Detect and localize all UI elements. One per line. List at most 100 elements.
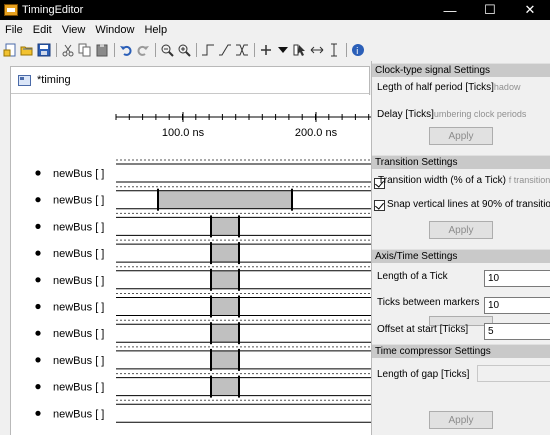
maximize-button[interactable]: ☐: [470, 0, 510, 20]
signal-bullet-icon: [35, 330, 41, 336]
title-bar: TimingEditor — ☐ ✕: [0, 0, 550, 20]
cut-icon[interactable]: [60, 42, 76, 58]
signal-bullet-icon: [35, 277, 41, 283]
bus-value-block: [157, 190, 293, 210]
minimize-button[interactable]: —: [430, 0, 470, 20]
menu-bar: File Edit View Window Help: [0, 21, 172, 39]
clock-apply-button[interactable]: Apply: [429, 127, 493, 145]
bus-value-block: [210, 270, 240, 290]
redo-icon[interactable]: [135, 42, 151, 58]
signal-name: newBus [ ]: [53, 302, 104, 314]
transition-settings-header: Transition Settings: [372, 155, 550, 169]
document-icon: [18, 74, 31, 86]
text-cursor-icon[interactable]: [326, 42, 342, 58]
delay-label: Delay [Ticks]umbering clock periods: [377, 109, 527, 120]
document-tab[interactable]: *timing: [11, 67, 369, 94]
menu-edit[interactable]: Edit: [28, 24, 57, 36]
menu-view[interactable]: View: [57, 24, 91, 36]
timing-editor-area: *timing 100.0 ns 200.0 ns newBus [ ] newBus…: [10, 66, 371, 435]
window-title: TimingEditor: [22, 4, 84, 16]
signal-bullet-icon: [35, 197, 41, 203]
gap-length-label: Length of gap [Ticks]: [377, 369, 470, 380]
clock-settings-header: Clock-type signal Settings: [372, 63, 550, 77]
time-marker-label: 200.0 ns: [295, 127, 338, 139]
signal-name: newBus [ ]: [53, 408, 104, 420]
signal-name: newBus [ ]: [53, 355, 104, 367]
signal-name: newBus [ ]: [53, 195, 104, 207]
signal-name: newBus [ ]: [53, 382, 104, 394]
offset-label: Offset at start [Ticks]: [377, 324, 469, 335]
axis-settings-header: Axis/Time Settings: [372, 249, 550, 263]
bus-value-block: [210, 243, 240, 263]
settings-panel: Clock-type signal Settings Legth of half…: [371, 61, 550, 435]
timing-editor-window: TimingEditor — ☐ ✕ File Edit View Window…: [0, 0, 550, 435]
toolbar-separator: [346, 43, 347, 57]
toolbar-separator: [56, 43, 57, 57]
toolbar-separator: [196, 43, 197, 57]
signal-name: newBus [ ]: [53, 248, 104, 260]
open-folder-icon[interactable]: [19, 42, 35, 58]
ticks-between-label: Ticks between markers: [377, 297, 480, 308]
compressor-apply-button[interactable]: Apply: [429, 411, 493, 429]
tick-length-input[interactable]: 10: [484, 270, 550, 287]
rising-edge-icon[interactable]: [200, 42, 216, 58]
add-signal-icon[interactable]: [258, 42, 274, 58]
toolbar-separator: [114, 43, 115, 57]
snap-vertical-checkbox[interactable]: [374, 200, 385, 211]
toolbar-separator: [155, 43, 156, 57]
tick-length-label: Length of a Tick: [377, 271, 448, 282]
time-marker-label: 100.0 ns: [162, 127, 205, 139]
signal-bullet-icon: [35, 410, 41, 416]
document-title: *timing: [37, 74, 71, 86]
slope-edge-icon[interactable]: [217, 42, 233, 58]
toolbar: i: [0, 40, 550, 60]
bus-transition-icon[interactable]: [234, 42, 250, 58]
timing-canvas[interactable]: 100.0 ns 200.0 ns newBus [ ] newBus [ ] newB…: [11, 95, 371, 435]
menu-window[interactable]: Window: [90, 24, 139, 36]
offset-input[interactable]: 5: [484, 323, 550, 340]
bus-value-block: [210, 216, 240, 236]
signal-name: newBus [ ]: [53, 328, 104, 340]
new-file-icon[interactable]: [2, 42, 18, 58]
signal-bullet-icon: [35, 384, 41, 390]
dropdown-arrow-icon[interactable]: [275, 42, 291, 58]
transition-apply-button[interactable]: Apply: [429, 221, 493, 239]
signal-bullet-icon: [35, 250, 41, 256]
horizontal-resize-icon[interactable]: [309, 42, 325, 58]
gap-length-input[interactable]: [477, 365, 550, 382]
half-period-label: Legth of half period [Ticks]hadow: [377, 82, 521, 93]
bus-value-block: [210, 297, 240, 316]
app-icon: [4, 4, 18, 16]
copy-icon[interactable]: [77, 42, 93, 58]
bus-value-block: [210, 350, 240, 370]
transition-width-label: Transition width (% of a Tick) f transit…: [378, 175, 550, 186]
compressor-settings-header: Time compressor Settings: [372, 344, 550, 358]
snap-vertical-label: Snap vertical lines at 90% of transition: [387, 199, 550, 210]
zoom-out-icon[interactable]: [159, 42, 175, 58]
zoom-in-icon[interactable]: [176, 42, 192, 58]
undo-icon[interactable]: [118, 42, 134, 58]
transition-width-hint[interactable]: f transition: [509, 175, 550, 185]
menu-file[interactable]: File: [0, 24, 28, 36]
menu-help[interactable]: Help: [139, 24, 172, 36]
bus-value-block: [210, 323, 240, 343]
delay-input-hint[interactable]: umbering clock periods: [434, 109, 527, 119]
toolbar-separator: [254, 43, 255, 57]
timing-diagram[interactable]: 100.0 ns 200.0 ns newBus [ ] newBus [ ] newB…: [11, 95, 371, 435]
paste-icon[interactable]: [94, 42, 110, 58]
signal-bullet-icon: [35, 223, 41, 229]
about-icon[interactable]: i: [350, 42, 366, 58]
close-button[interactable]: ✕: [510, 0, 550, 20]
ticks-between-input[interactable]: 10: [484, 297, 550, 314]
save-icon[interactable]: [36, 42, 52, 58]
half-period-input-hint[interactable]: hadow: [494, 82, 521, 92]
signal-name: newBus [ ]: [53, 275, 104, 287]
bus-value-block: [210, 377, 240, 397]
signal-bullet-icon: [35, 357, 41, 363]
signal-bullet-icon: [35, 303, 41, 310]
select-cursor-icon[interactable]: [292, 42, 308, 58]
signal-name: newBus [ ]: [53, 168, 104, 180]
signal-bullet-icon: [35, 170, 41, 176]
signal-name: newBus [ ]: [53, 221, 104, 233]
svg-text:i: i: [356, 47, 359, 57]
